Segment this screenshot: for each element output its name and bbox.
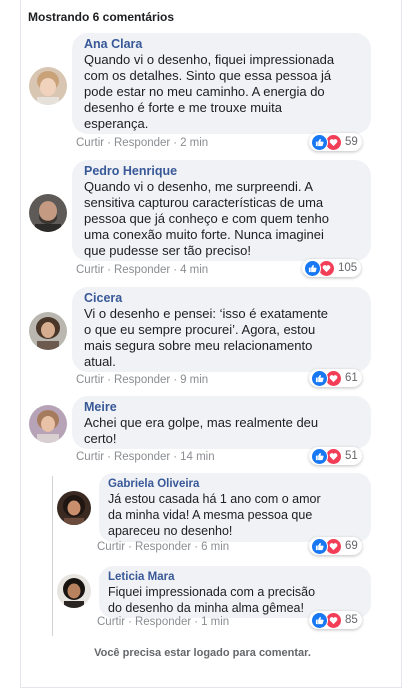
avatar[interactable] — [29, 194, 67, 232]
avatar-photo — [29, 405, 67, 443]
comments-count-header: Mostrando 6 comentários — [28, 10, 175, 24]
comment-author[interactable]: Leticia Mara — [108, 570, 362, 584]
comment-author[interactable]: Ana Clara — [84, 37, 359, 52]
comment-time: 2 min — [180, 137, 209, 149]
comment-bubble: Meire Achei que era golpe, mas realmente… — [72, 396, 371, 449]
avatar[interactable] — [57, 491, 91, 525]
like-icon — [304, 259, 321, 277]
comment-actions: Curtir · Responder · 2 min — [76, 137, 209, 149]
comment-text: Quando vi o desenho, me surpreendi. A se… — [84, 179, 330, 258]
reaction-count: 69 — [345, 540, 358, 552]
comment-text: Quando vi o desenho, fiquei impressionad… — [84, 52, 335, 131]
reply-link[interactable]: Responder — [135, 541, 191, 553]
comment-time: 9 min — [180, 374, 209, 386]
avatar-photo — [57, 574, 91, 608]
reply-link[interactable]: Responder — [114, 264, 170, 276]
like-icon — [311, 133, 328, 151]
comment-time: 14 min — [180, 451, 215, 463]
comment-author[interactable]: Meire — [84, 400, 359, 415]
avatar-photo — [29, 194, 67, 232]
reply-link[interactable]: Responder — [114, 451, 170, 463]
reaction-count: 105 — [338, 262, 358, 274]
like-link[interactable]: Curtir — [76, 137, 104, 149]
comment-bubble: Ana Clara Quando vi o desenho, fiquei im… — [72, 33, 371, 134]
reactions-badge[interactable]: 61 — [309, 369, 362, 387]
like-icon — [311, 537, 328, 555]
reactions-badge[interactable]: 105 — [302, 259, 362, 277]
comment-time: 1 min — [201, 616, 230, 628]
comment-actions: Curtir · Responder · 14 min — [76, 451, 215, 463]
login-required-notice: Você precisa estar logado para comentar. — [94, 647, 311, 659]
reaction-count: 59 — [345, 136, 358, 148]
reaction-count: 85 — [345, 614, 358, 626]
comment-actions: Curtir · Responder · 9 min — [76, 374, 209, 386]
comment-author[interactable]: Gabriela Oliveira — [108, 477, 362, 491]
reactions-badge[interactable]: 69 — [309, 537, 362, 555]
like-link[interactable]: Curtir — [76, 451, 104, 463]
avatar-photo — [29, 67, 67, 105]
comment-bubble: Gabriela Oliveira Já estou casada há 1 a… — [99, 473, 371, 542]
reactions-badge[interactable]: 85 — [309, 611, 362, 629]
like-icon — [311, 447, 328, 465]
like-link[interactable]: Curtir — [97, 541, 125, 553]
avatar[interactable] — [57, 574, 91, 608]
comment-actions: Curtir · Responder · 6 min — [97, 541, 230, 553]
like-link[interactable]: Curtir — [76, 264, 104, 276]
like-link[interactable]: Curtir — [76, 374, 104, 386]
reaction-count: 51 — [345, 450, 358, 462]
comment-author[interactable]: Pedro Henrique — [84, 164, 359, 179]
comment-bubble: Pedro Henrique Quando vi o desenho, me s… — [72, 160, 371, 261]
avatar-photo — [57, 491, 91, 525]
reaction-count: 61 — [345, 372, 358, 384]
comment-actions: Curtir · Responder · 1 min — [97, 616, 230, 628]
comment-text: Vi o desenho e pensei: ‘isso é exatament… — [84, 306, 329, 369]
like-icon — [311, 369, 328, 387]
comment-bubble: Cicera Vi o desenho e pensei: ‘isso é ex… — [72, 287, 371, 372]
comment-time: 4 min — [180, 264, 209, 276]
reactions-badge[interactable]: 59 — [309, 133, 362, 151]
reply-link[interactable]: Responder — [114, 137, 170, 149]
like-icon — [311, 611, 328, 629]
avatar-photo — [29, 312, 67, 350]
reactions-badge[interactable]: 51 — [309, 447, 362, 465]
avatar[interactable] — [29, 67, 67, 105]
comment-time: 6 min — [201, 541, 230, 553]
like-link[interactable]: Curtir — [97, 616, 125, 628]
avatar[interactable] — [29, 405, 67, 443]
comment-actions: Curtir · Responder · 4 min — [76, 264, 209, 276]
reply-link[interactable]: Responder — [114, 374, 170, 386]
avatar[interactable] — [29, 312, 67, 350]
comment-text: Achei que era golpe, mas realmente deu c… — [84, 415, 319, 446]
comment-text: Já estou casada há 1 ano com o amor da m… — [108, 492, 321, 538]
reply-thread-line — [52, 476, 53, 636]
comment-author[interactable]: Cicera — [84, 291, 359, 306]
reply-link[interactable]: Responder — [135, 616, 191, 628]
